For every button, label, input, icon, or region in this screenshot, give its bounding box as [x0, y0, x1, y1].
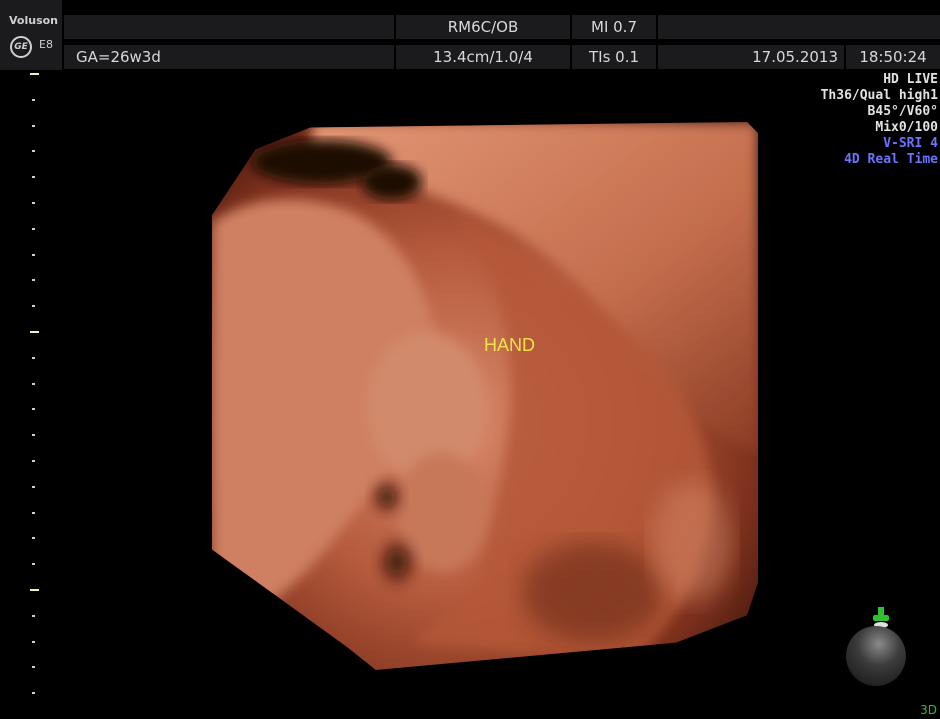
depth-tick — [30, 589, 39, 591]
depth-tick — [32, 124, 35, 127]
ge-logo-icon: GE — [10, 36, 32, 58]
depth-tick — [32, 408, 35, 411]
exam-date: 17.05.2013 — [658, 45, 844, 69]
depth-tick — [32, 227, 35, 230]
thermal-index: TIs 0.1 — [572, 45, 656, 69]
depth-tick — [32, 640, 35, 643]
header-blank-2 — [658, 15, 940, 39]
depth-tick — [32, 176, 35, 179]
depth-tick — [32, 98, 35, 101]
hand-annotation: HAND — [484, 335, 536, 355]
depth-tick — [32, 356, 35, 359]
render-mode: HD LIVE — [883, 72, 938, 87]
depth-tick — [32, 202, 35, 204]
header-blank-1 — [64, 15, 394, 39]
imaging-parameters: HD LIVE Th36/Qual high1 B45°/V60° Mix0/1… — [821, 72, 938, 168]
depth-tick — [32, 563, 35, 566]
depth-tick — [32, 382, 35, 385]
depth-scale — [30, 70, 40, 719]
brand-name: Voluson — [9, 14, 59, 27]
depth-tick — [32, 253, 35, 256]
depth-tick — [32, 614, 35, 617]
device-logo: Voluson GE E8 — [0, 0, 62, 70]
probe-mode: RM6C/OB — [396, 15, 570, 39]
mechanical-index: MI 0.7 — [572, 15, 656, 39]
depth-tick — [32, 460, 35, 462]
depth-tick — [30, 73, 39, 75]
depth-tick — [32, 434, 35, 437]
depth-tick — [32, 305, 35, 308]
fetal-volume-image — [212, 122, 758, 670]
depth-tick — [32, 150, 35, 153]
depth-tick — [32, 511, 35, 514]
depth-tick — [32, 692, 35, 695]
scan-angles: B45°/V60° — [867, 104, 938, 119]
orientation-sphere-icon — [846, 626, 906, 686]
mode-3d-label: 3D — [920, 703, 937, 717]
depth-tick — [32, 485, 35, 488]
depth-settings: 13.4cm/1.0/4 — [396, 45, 570, 69]
depth-tick — [32, 279, 35, 282]
threshold-quality: Th36/Qual high1 — [820, 88, 938, 103]
depth-tick — [32, 666, 35, 669]
exam-time: 18:50:24 — [846, 45, 940, 69]
depth-tick — [32, 537, 35, 540]
mix-setting: Mix0/100 — [875, 120, 938, 135]
depth-tick — [30, 331, 39, 333]
vsri-setting: V-SRI 4 — [883, 136, 938, 151]
ultrasound-render — [212, 122, 758, 670]
model-name: E8 — [39, 38, 53, 51]
gestational-age: GA=26w3d — [64, 45, 394, 69]
header-bar: Voluson GE E8 RM6C/OB MI 0.7 GA=26w3d 13… — [0, 0, 940, 70]
realtime-mode: 4D Real Time — [844, 152, 938, 167]
